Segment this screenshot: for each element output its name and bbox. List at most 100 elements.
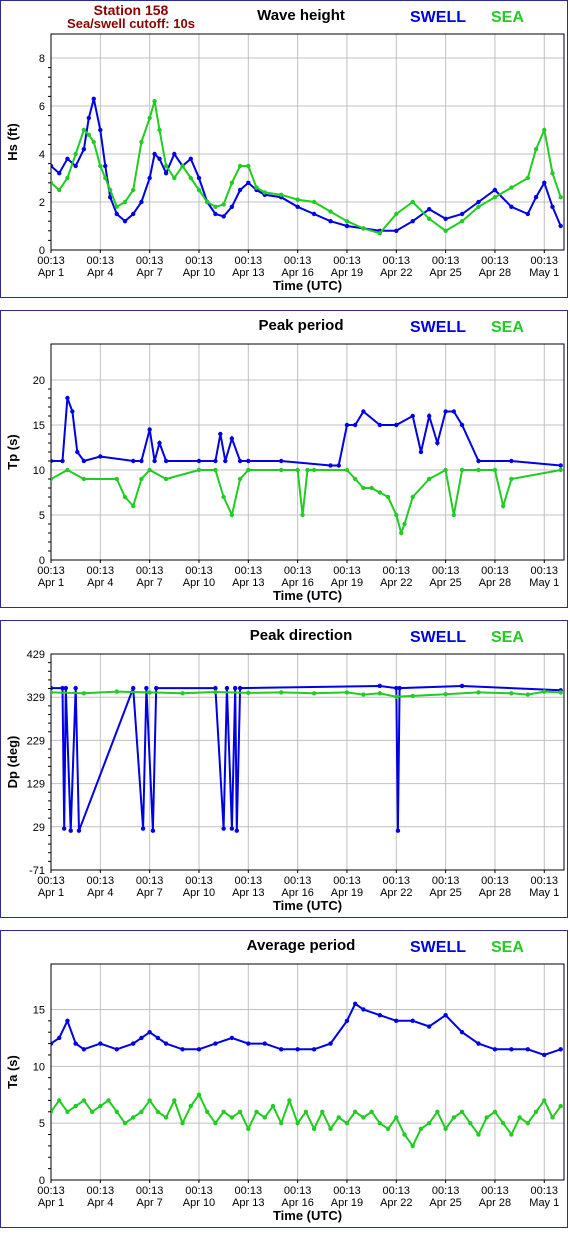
series-swell — [51, 683, 563, 833]
data-point-sea — [278, 690, 284, 695]
y-tick-label: 10 — [33, 1061, 45, 1073]
x-tick-date: Apr 25 — [429, 887, 461, 899]
data-point-sea — [305, 467, 310, 473]
data-point-sea — [558, 1103, 563, 1109]
y-tick-label: 429 — [27, 649, 45, 661]
x-tick-time: 00:13 — [87, 1185, 115, 1197]
data-point-swell — [60, 458, 65, 464]
data-point-swell — [229, 204, 235, 209]
data-point-swell — [361, 1007, 366, 1012]
y-tick-label: 329 — [27, 692, 45, 704]
y-axis-label: Tp (s) — [5, 434, 20, 469]
x-tick-time: 00:13 — [531, 255, 559, 267]
data-point-sea — [410, 199, 415, 205]
data-point-swell — [443, 409, 448, 414]
x-tick-date: Apr 25 — [429, 577, 461, 589]
data-point-sea — [492, 195, 498, 200]
data-point-sea — [163, 476, 169, 482]
x-tick-time: 00:13 — [37, 565, 65, 577]
data-point-swell — [426, 1024, 432, 1029]
data-point-swell — [76, 828, 82, 833]
series-line-sea — [51, 468, 561, 537]
data-point-sea — [451, 512, 457, 518]
x-tick-time: 00:13 — [185, 255, 213, 267]
data-point-swell — [426, 207, 432, 212]
data-point-swell — [542, 180, 547, 185]
data-point-sea — [155, 1109, 161, 1114]
data-point-swell — [542, 1052, 547, 1058]
x-tick-time: 00:13 — [235, 875, 263, 887]
x-tick-date: Apr 10 — [183, 1197, 215, 1209]
x-axis-label: Time (UTC) — [273, 278, 342, 293]
data-point-sea — [65, 467, 70, 473]
series-swell — [51, 96, 563, 233]
data-point-swell — [91, 96, 96, 102]
x-tick-date: Apr 28 — [479, 887, 511, 899]
data-point-sea — [103, 175, 108, 181]
data-point-sea — [509, 691, 514, 696]
x-tick-time: 00:13 — [37, 255, 65, 267]
data-point-sea — [443, 228, 448, 233]
data-point-swell — [459, 1030, 465, 1035]
data-point-swell — [147, 427, 152, 432]
data-point-sea — [509, 1132, 514, 1137]
data-point-swell — [262, 1041, 267, 1046]
data-point-swell — [131, 211, 136, 217]
x-tick-time: 00:13 — [136, 875, 164, 887]
y-tick-label: 10 — [33, 465, 45, 477]
chart-svg: 0510152000:13Apr 100:13Apr 400:13Apr 700… — [5, 343, 565, 603]
data-point-sea — [246, 163, 251, 169]
data-point-sea — [131, 187, 136, 193]
data-point-swell — [476, 1041, 481, 1046]
data-point-sea — [86, 132, 92, 137]
data-point-swell — [361, 409, 366, 414]
x-tick-date: Apr 10 — [183, 577, 215, 589]
data-point-swell — [237, 187, 243, 193]
data-point-swell — [336, 463, 341, 468]
data-point-swell — [213, 685, 218, 691]
data-point-sea — [131, 1115, 136, 1120]
data-point-swell — [492, 1047, 498, 1052]
data-point-sea — [188, 175, 193, 181]
y-tick-label: 229 — [27, 735, 45, 747]
data-point-swell — [81, 458, 87, 464]
data-point-swell — [122, 219, 128, 224]
data-point-sea — [476, 204, 481, 209]
data-point-sea — [114, 689, 119, 694]
x-tick-time: 00:13 — [37, 875, 65, 887]
data-point-sea — [147, 467, 152, 473]
data-point-sea — [98, 1103, 103, 1109]
x-tick-time: 00:13 — [136, 1185, 164, 1197]
x-tick-time: 00:13 — [284, 1185, 312, 1197]
data-point-swell — [344, 422, 350, 428]
data-point-swell — [98, 454, 103, 459]
chart-svg: 0246800:13Apr 100:13Apr 400:13Apr 700:13… — [5, 33, 565, 293]
data-point-sea — [270, 1103, 276, 1109]
data-point-swell — [229, 1035, 235, 1041]
data-point-swell — [352, 1001, 358, 1006]
data-point-sea — [385, 494, 391, 500]
data-point-swell — [163, 1041, 169, 1046]
data-point-sea — [163, 1115, 169, 1120]
x-tick-time: 00:13 — [383, 1185, 411, 1197]
wave-height-panel: Station 158 Sea/swell cutoff: 10s Wave h… — [0, 0, 568, 298]
data-point-swell — [509, 1047, 514, 1052]
data-point-sea — [542, 127, 547, 133]
data-point-sea — [410, 1143, 415, 1149]
data-point-sea — [278, 467, 284, 473]
x-tick-time: 00:13 — [235, 565, 263, 577]
data-point-swell — [395, 828, 401, 833]
data-point-swell — [246, 458, 251, 464]
data-point-swell — [311, 211, 317, 217]
data-point-sea — [213, 204, 218, 209]
data-point-swell — [328, 1041, 333, 1046]
plot-frame — [50, 963, 565, 1181]
data-point-swell — [154, 685, 159, 691]
x-tick-time: 00:13 — [432, 255, 460, 267]
data-point-sea — [311, 691, 317, 696]
data-point-sea — [122, 1120, 128, 1126]
data-point-sea — [484, 1115, 489, 1120]
data-point-sea — [361, 1115, 366, 1120]
data-point-sea — [377, 1120, 383, 1126]
data-point-sea — [221, 494, 226, 500]
